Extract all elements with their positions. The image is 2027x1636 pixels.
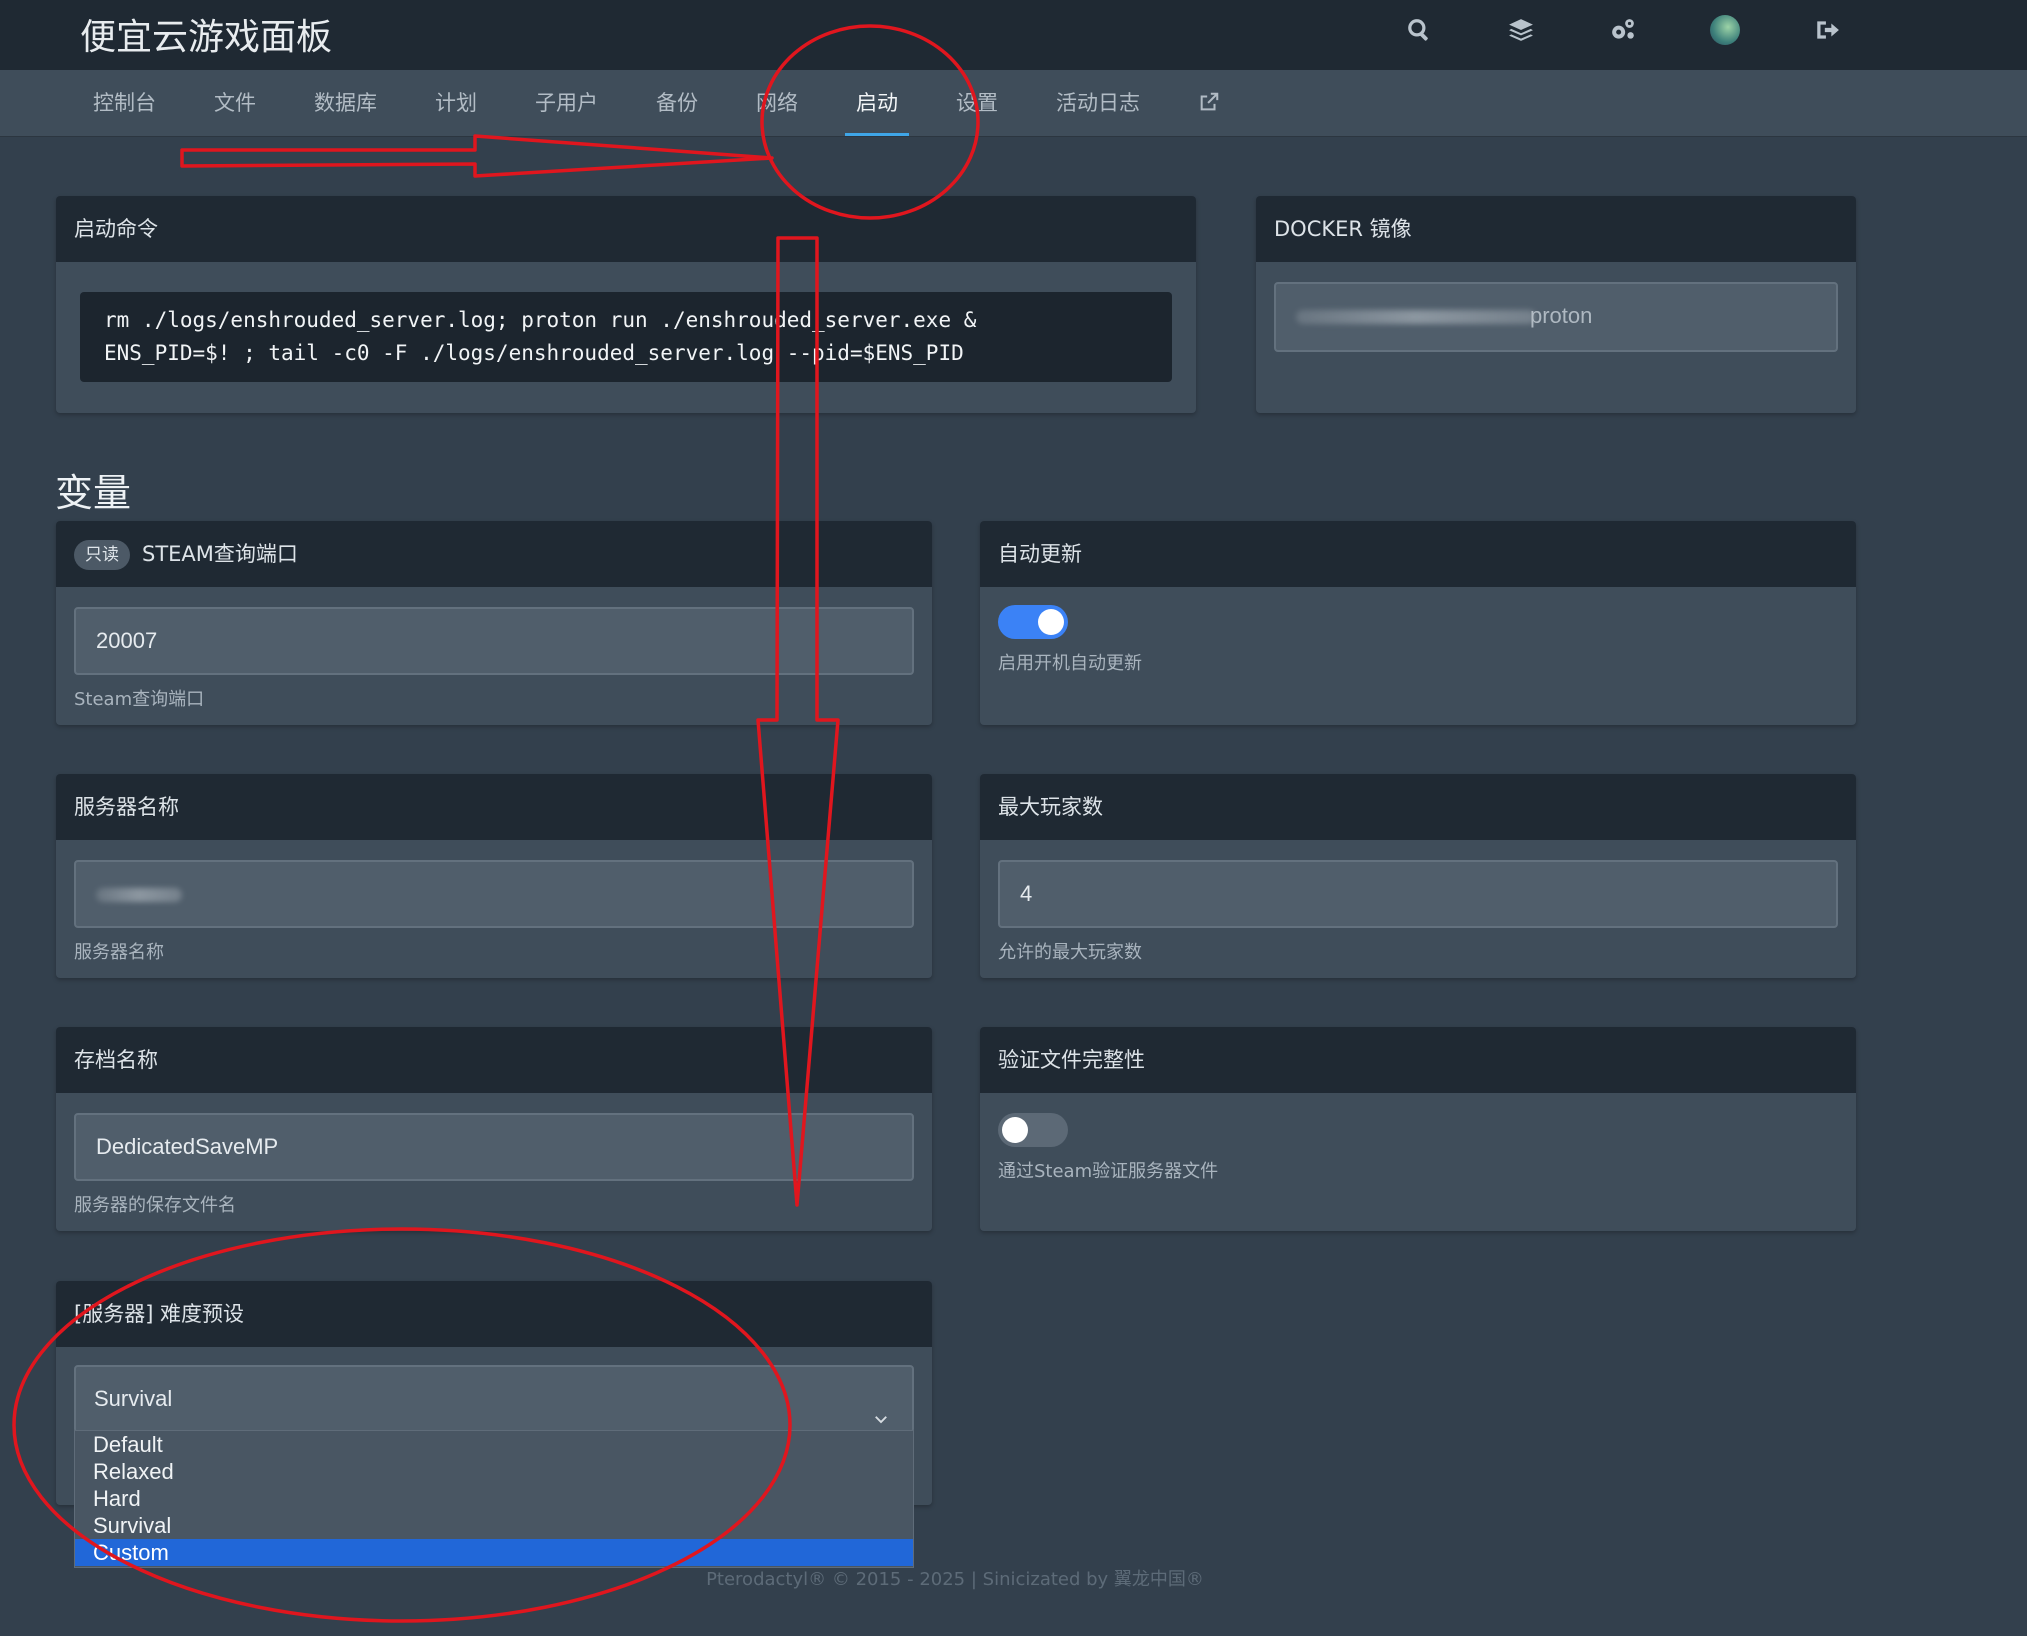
tab-activity[interactable]: 活动日志 (1035, 70, 1161, 136)
redacted-server-name (96, 888, 182, 903)
layers-icon[interactable] (1501, 10, 1541, 50)
steam-port-card: 只读 STEAM查询端口 20007 Steam查询端口 (56, 521, 932, 725)
steam-port-title: STEAM查询端口 (142, 542, 298, 566)
max-players-hint: 允许的最大玩家数 (998, 942, 1142, 963)
server-name-card: 服务器名称 服务器名称 (56, 774, 932, 978)
gear-icon[interactable] (1603, 10, 1643, 50)
startup-command-code: rm ./logs/enshrouded_server.log; proton … (80, 292, 1172, 382)
annotation-arrow-right (180, 134, 774, 178)
steam-port-hint: Steam查询端口 (74, 689, 205, 710)
toggle-knob (1038, 609, 1064, 635)
difficulty-option-relaxed[interactable]: Relaxed (75, 1458, 913, 1485)
server-name-hint: 服务器名称 (74, 942, 164, 963)
tab-backups[interactable]: 备份 (635, 70, 719, 136)
max-players-card: 最大玩家数 4 允许的最大玩家数 (980, 774, 1856, 978)
docker-image-card: DOCKER 镜像 proton (1256, 196, 1856, 413)
save-name-input[interactable]: DedicatedSaveMP (74, 1113, 914, 1181)
max-players-title: 最大玩家数 (980, 774, 1856, 840)
max-players-input[interactable]: 4 (998, 860, 1838, 928)
tab-console[interactable]: 控制台 (72, 70, 177, 136)
save-name-card: 存档名称 DedicatedSaveMP 服务器的保存文件名 (56, 1027, 932, 1231)
steam-port-header: 只读 STEAM查询端口 (56, 521, 932, 587)
top-header: 便宜云游戏面板 (0, 0, 2027, 70)
readonly-badge: 只读 (74, 540, 130, 570)
tab-files[interactable]: 文件 (193, 70, 277, 136)
tab-network[interactable]: 网络 (735, 70, 819, 136)
difficulty-option-default[interactable]: Default (75, 1431, 913, 1458)
startup-command-card: 启动命令 rm ./logs/enshrouded_server.log; pr… (56, 196, 1196, 413)
difficulty-select[interactable]: Survival (74, 1365, 914, 1433)
difficulty-options-list: Default Relaxed Hard Survival Custom (74, 1430, 914, 1568)
external-link-icon[interactable] (1177, 70, 1241, 136)
save-name-title: 存档名称 (56, 1027, 932, 1093)
verify-files-card: 验证文件完整性 通过Steam验证服务器文件 (980, 1027, 1856, 1231)
chevron-down-icon (872, 1389, 890, 1424)
tab-settings[interactable]: 设置 (935, 70, 1019, 136)
verify-files-hint: 通过Steam验证服务器文件 (998, 1161, 1219, 1182)
auto-update-hint: 启用开机自动更新 (998, 653, 1142, 674)
user-avatar-image (1710, 15, 1740, 45)
docker-image-suffix: proton (1530, 303, 1593, 328)
save-name-hint: 服务器的保存文件名 (74, 1195, 236, 1216)
command-line-2: ENS_PID=$! ; tail -c0 -F ./logs/enshroud… (104, 341, 964, 365)
footer-copyright[interactable]: Pterodactyl® © 2015 - 2025 | Sinicizated… (0, 1565, 1910, 1591)
auto-update-title: 自动更新 (980, 521, 1856, 587)
verify-files-title: 验证文件完整性 (980, 1027, 1856, 1093)
app-title[interactable]: 便宜云游戏面板 (80, 8, 332, 60)
command-line-1: rm ./logs/enshrouded_server.log; proton … (104, 308, 977, 332)
tab-subusers[interactable]: 子用户 (514, 70, 619, 136)
header-icons (1399, 10, 1847, 50)
verify-files-toggle[interactable] (998, 1113, 1068, 1147)
redacted-image-prefix (1296, 310, 1536, 325)
server-name-input[interactable] (74, 860, 914, 928)
server-nav: 控制台 文件 数据库 计划 子用户 备份 网络 启动 设置 活动日志 (0, 70, 2027, 137)
docker-image-select[interactable]: proton (1274, 282, 1838, 352)
auto-update-card: 自动更新 启用开机自动更新 (980, 521, 1856, 725)
server-name-title: 服务器名称 (56, 774, 932, 840)
tab-databases[interactable]: 数据库 (293, 70, 398, 136)
difficulty-selected-value: Survival (94, 1386, 173, 1411)
variables-title: 变量 (55, 471, 132, 515)
difficulty-option-hard[interactable]: Hard (75, 1485, 913, 1512)
tab-schedules[interactable]: 计划 (414, 70, 498, 136)
docker-image-title: DOCKER 镜像 (1256, 196, 1856, 262)
auto-update-toggle[interactable] (998, 605, 1068, 639)
difficulty-option-custom[interactable]: Custom (75, 1539, 913, 1566)
avatar[interactable] (1705, 10, 1745, 50)
search-icon[interactable] (1399, 10, 1439, 50)
difficulty-title: [服务器] 难度预设 (56, 1281, 932, 1347)
nav-tabs: 控制台 文件 数据库 计划 子用户 备份 网络 启动 设置 活动日志 (72, 70, 1257, 136)
toggle-knob (1002, 1117, 1028, 1143)
difficulty-option-survival[interactable]: Survival (75, 1512, 913, 1539)
startup-command-title: 启动命令 (56, 196, 1196, 262)
tab-startup[interactable]: 启动 (835, 70, 919, 136)
logout-icon[interactable] (1807, 10, 1847, 50)
steam-port-input[interactable]: 20007 (74, 607, 914, 675)
